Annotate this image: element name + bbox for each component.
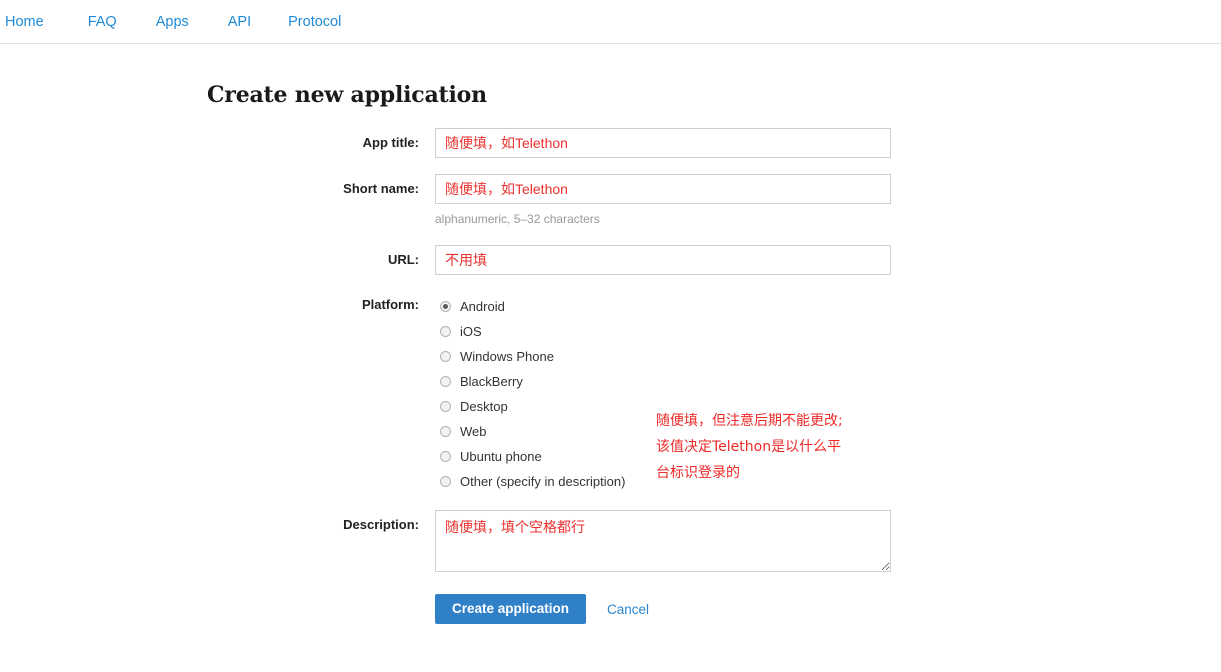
nav-link-api[interactable]: API [215,12,264,32]
platform-radio-label: BlackBerry [460,374,523,390]
radio-button-icon[interactable] [440,401,451,412]
url-field-wrap [435,245,1221,275]
nav-link-protocol[interactable]: Protocol [275,12,354,32]
form-row-app-title: App title: [207,128,1221,158]
form-row-description: Description: Create application Cancel [207,510,1221,624]
short-name-hint: alphanumeric, 5–32 characters [435,211,1221,227]
platform-radio-label: Ubuntu phone [460,449,542,465]
form-row-short-name: Short name: alphanumeric, 5–32 character… [207,174,1221,227]
top-navigation-bar: Home FAQ Apps API Protocol [0,0,1221,44]
platform-radio-option-windows-phone[interactable]: Windows Phone [435,344,645,369]
platform-radio-label: Desktop [460,399,508,415]
form-actions: Create application Cancel [435,594,1221,624]
platform-radio-option-ubuntu-phone[interactable]: Ubuntu phone [435,444,645,469]
app-title-label: App title: [207,128,435,158]
radio-button-icon[interactable] [440,351,451,362]
description-field-wrap: Create application Cancel [435,510,1221,624]
description-label: Description: [207,510,435,540]
platform-radio-label: Other (specify in description) [460,474,625,490]
platform-radio-option-web[interactable]: Web [435,419,645,444]
nav-link-faq[interactable]: FAQ [75,12,130,32]
platform-radio-option-ios[interactable]: iOS [435,319,645,344]
page-title: Create new application [207,82,1221,108]
platform-radio-label: Windows Phone [460,349,554,365]
short-name-input[interactable] [435,174,891,204]
radio-button-icon[interactable] [440,451,451,462]
nav-link-apps[interactable]: Apps [143,12,202,32]
platform-radio-option-android[interactable]: Android [435,294,645,319]
nav-link-home[interactable]: Home [5,12,57,32]
annotation-line-3: 台标识登录的 [656,460,876,486]
platform-radio-option-desktop[interactable]: Desktop [435,394,645,419]
url-label: URL: [207,245,435,275]
platform-label: Platform: [207,290,435,320]
radio-button-icon[interactable] [440,301,451,312]
url-input[interactable] [435,245,891,275]
radio-button-icon[interactable] [440,426,451,437]
short-name-field-wrap: alphanumeric, 5–32 characters [435,174,1221,227]
radio-button-icon[interactable] [440,376,451,387]
platform-radio-label: Web [460,424,487,440]
annotation-line-1: 随便填，但注意后期不能更改; [656,408,876,434]
short-name-label: Short name: [207,174,435,204]
platform-radio-label: iOS [460,324,482,340]
platform-radio-label: Android [460,299,505,315]
annotation-line-2: 该值决定Telethon是以什么平 [656,434,876,460]
platform-radio-option-blackberry[interactable]: BlackBerry [435,369,645,394]
app-title-field-wrap [435,128,1221,158]
create-application-form: App title: Short name: alphanumeric, 5–3… [207,128,1221,624]
description-textarea[interactable] [435,510,891,572]
cancel-link[interactable]: Cancel [607,602,649,617]
radio-button-icon[interactable] [440,326,451,337]
create-application-button[interactable]: Create application [435,594,586,624]
radio-button-icon[interactable] [440,476,451,487]
form-row-url: URL: [207,245,1221,275]
app-title-input[interactable] [435,128,891,158]
platform-annotation-note: 随便填，但注意后期不能更改; 该值决定Telethon是以什么平 台标识登录的 [656,408,876,486]
page-content: Create new application App title: Short … [0,44,1221,624]
platform-radio-option-other-specify-in-description[interactable]: Other (specify in description) [435,469,645,494]
